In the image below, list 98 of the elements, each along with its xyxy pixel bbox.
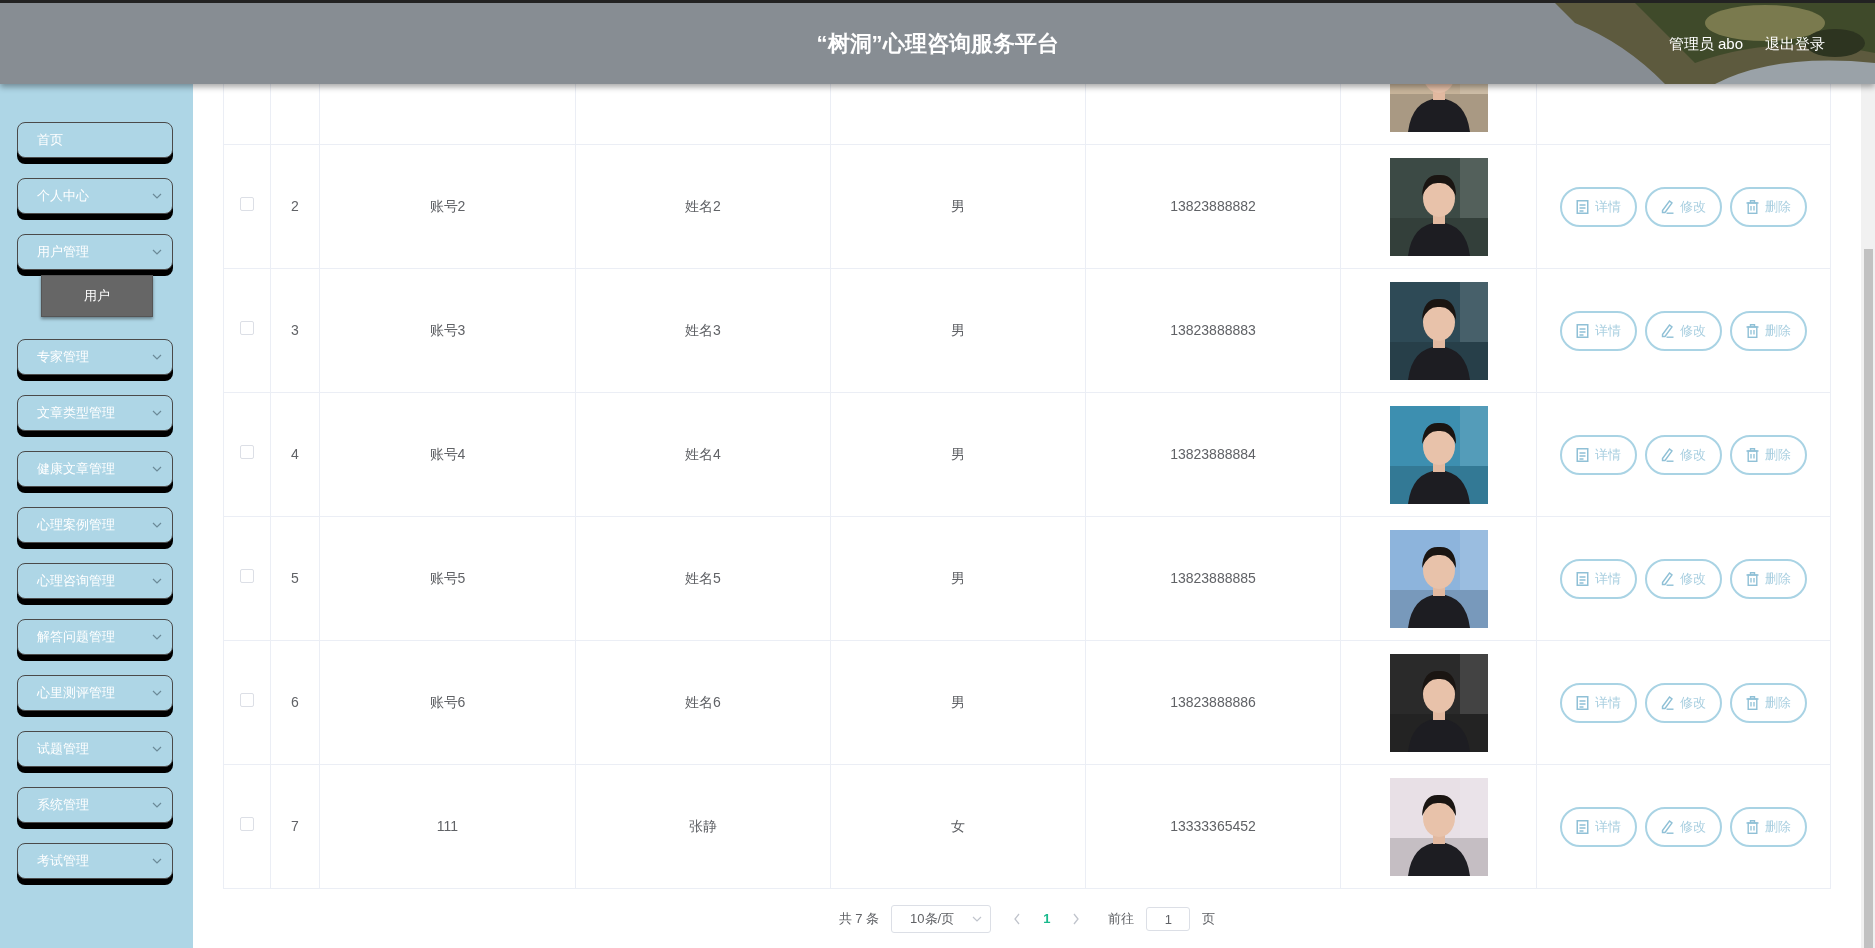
edit-button[interactable]: 修改 <box>1645 682 1722 723</box>
trash-icon <box>1746 695 1759 710</box>
chevron-icon <box>972 915 983 923</box>
table-cell: 男 <box>951 322 965 338</box>
delete-button[interactable]: 删除 <box>1730 682 1807 723</box>
table-cell: 账号6 <box>429 694 466 710</box>
document-icon <box>1576 199 1589 214</box>
chevron-icon <box>152 521 162 529</box>
delete-button[interactable]: 删除 <box>1730 310 1807 351</box>
row-number: 5 <box>291 570 299 586</box>
row-checkbox[interactable] <box>240 445 254 459</box>
chevron-icon <box>152 633 162 641</box>
table-cell: 13823888882 <box>1170 198 1256 214</box>
delete-button[interactable]: 删除 <box>1730 434 1807 475</box>
document-icon <box>1576 819 1589 834</box>
submenu-item[interactable]: 用户 <box>41 275 153 317</box>
table-cell: 111 <box>436 818 459 834</box>
row-number: 3 <box>291 322 299 338</box>
user-label: 管理员 abo <box>1668 34 1743 54</box>
chevron-icon <box>152 465 162 473</box>
table-cell: 姓名4 <box>685 446 721 462</box>
chevron-icon <box>152 409 162 417</box>
pencil-icon <box>1661 695 1674 710</box>
table-cell: 13333365452 <box>1170 818 1256 834</box>
chevron-icon <box>152 192 162 200</box>
trash-icon <box>1746 199 1759 214</box>
table-cell: 姓名2 <box>685 198 721 214</box>
row-number: 2 <box>291 198 299 214</box>
table-cell: 男 <box>951 570 965 586</box>
trash-icon <box>1746 571 1759 586</box>
pencil-icon <box>1661 323 1674 338</box>
chevron-icon <box>152 857 162 865</box>
edit-button[interactable]: 修改 <box>1645 558 1722 599</box>
pencil-icon <box>1661 199 1674 214</box>
edit-button[interactable]: 修改 <box>1645 806 1722 847</box>
row-checkbox[interactable] <box>240 693 254 707</box>
trash-icon <box>1746 447 1759 462</box>
page-input[interactable]: 1 <box>1146 907 1191 931</box>
row-number: 4 <box>291 446 299 462</box>
pencil-icon <box>1661 571 1674 586</box>
document-icon <box>1576 695 1589 710</box>
table-cell: 13823888884 <box>1170 446 1256 462</box>
table-cell: 男 <box>951 694 965 710</box>
chevron-icon <box>152 353 162 361</box>
pencil-icon <box>1661 819 1674 834</box>
chevron-icon <box>152 689 162 697</box>
chevron-icon <box>152 801 162 809</box>
row-number: 7 <box>291 818 299 834</box>
table-cell: 账号2 <box>429 198 466 214</box>
edit-button[interactable]: 修改 <box>1645 310 1722 351</box>
table-cell: 姓名5 <box>685 570 721 586</box>
table-cell: 姓名6 <box>685 694 721 710</box>
chevron-icon <box>152 248 162 256</box>
table-cell: 账号5 <box>429 570 466 586</box>
document-icon <box>1576 571 1589 586</box>
table-cell: 账号4 <box>429 446 466 462</box>
chevron-icon <box>152 745 162 753</box>
table-cell: 男 <box>951 198 965 214</box>
app-title: “树洞”心理咨询服务平台 <box>816 30 1059 58</box>
row-number: 6 <box>291 694 299 710</box>
previous-page-icon[interactable] <box>1013 913 1022 925</box>
pencil-icon <box>1661 447 1674 462</box>
page-unit-label: 页 <box>1202 910 1216 929</box>
chevron-icon <box>152 577 162 585</box>
scrollbar[interactable] <box>1861 84 1875 948</box>
detail-button[interactable]: 详情 <box>1560 682 1637 723</box>
document-icon <box>1576 323 1589 338</box>
row-checkbox[interactable] <box>240 817 254 831</box>
table-cell: 账号3 <box>429 322 466 338</box>
detail-button[interactable]: 详情 <box>1560 186 1637 227</box>
document-icon <box>1576 447 1589 462</box>
delete-button[interactable]: 删除 <box>1730 806 1807 847</box>
table-cell: 13823888883 <box>1170 322 1256 338</box>
row-checkbox[interactable] <box>240 321 254 335</box>
table-cell: 13823888885 <box>1170 570 1256 586</box>
goto-label: 前往 <box>1108 910 1135 929</box>
page-size-select[interactable]: 10条/页 <box>891 905 992 933</box>
row-checkbox[interactable] <box>240 197 254 211</box>
trash-icon <box>1746 323 1759 338</box>
edit-button[interactable]: 修改 <box>1645 186 1722 227</box>
table-cell: 张静 <box>689 818 717 834</box>
next-page-icon[interactable] <box>1072 913 1081 925</box>
row-checkbox[interactable] <box>240 569 254 583</box>
delete-button[interactable]: 删除 <box>1730 558 1807 599</box>
detail-button[interactable]: 详情 <box>1560 310 1637 351</box>
total-count: 共 7 条 <box>838 910 880 929</box>
table-cell: 男 <box>951 446 965 462</box>
detail-button[interactable]: 详情 <box>1560 806 1637 847</box>
table-cell: 女 <box>951 818 965 834</box>
table-cell: 姓名3 <box>685 322 721 338</box>
trash-icon <box>1746 819 1759 834</box>
edit-button[interactable]: 修改 <box>1645 434 1722 475</box>
table-cell: 13823888886 <box>1170 694 1256 710</box>
delete-button[interactable]: 删除 <box>1730 186 1807 227</box>
page-number[interactable]: 1 <box>1043 909 1051 929</box>
detail-button[interactable]: 详情 <box>1560 558 1637 599</box>
logout-link[interactable]: 退出登录 <box>1765 33 1825 56</box>
detail-button[interactable]: 详情 <box>1560 434 1637 475</box>
